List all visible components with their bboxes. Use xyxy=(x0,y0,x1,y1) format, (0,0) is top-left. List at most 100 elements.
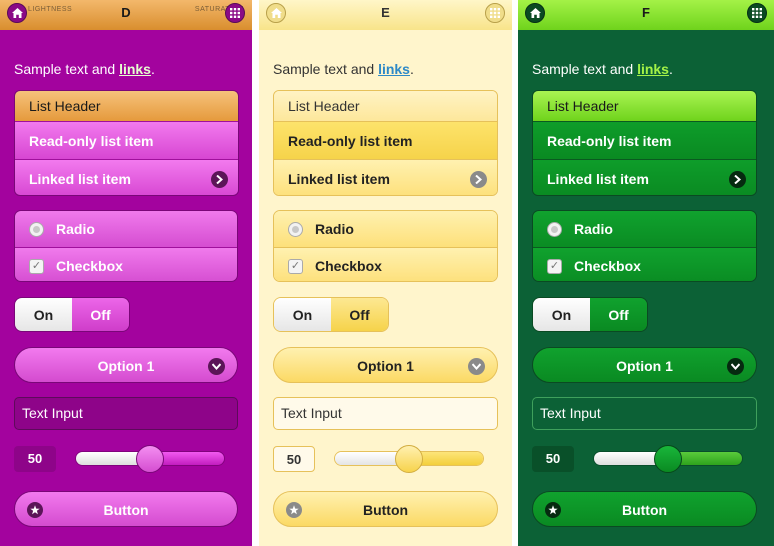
star-icon xyxy=(27,502,43,518)
checkbox-icon[interactable]: ✓ xyxy=(288,259,303,274)
text-input[interactable]: Text Input xyxy=(532,397,757,430)
flip-switch[interactable]: On Off xyxy=(273,297,389,332)
header-bar: F xyxy=(518,0,774,30)
checkbox-label: Checkbox xyxy=(315,258,382,274)
chevron-down-icon xyxy=(208,358,225,375)
home-icon xyxy=(270,8,282,18)
action-button[interactable]: Button xyxy=(14,491,238,527)
theme-panel-f: F Sample text and links. List Header Rea… xyxy=(518,0,774,546)
sample-text-body: Sample text and xyxy=(14,61,120,77)
checkbox-icon[interactable]: ✓ xyxy=(29,259,44,274)
list-header: List Header xyxy=(15,91,238,121)
list-item-readonly: Read-only list item xyxy=(533,121,756,159)
grid-button[interactable] xyxy=(485,3,505,23)
header-bar: E xyxy=(259,0,512,30)
sample-link[interactable]: links xyxy=(378,61,410,77)
checkbox-label: Checkbox xyxy=(56,258,123,274)
checkbox-icon[interactable]: ✓ xyxy=(547,259,562,274)
grid-icon xyxy=(490,8,500,18)
list-item-linked[interactable]: Linked list item xyxy=(533,159,756,195)
header-title: F xyxy=(642,5,650,20)
flip-switch-on[interactable]: On xyxy=(274,298,331,331)
home-icon xyxy=(11,8,23,18)
control-group: Radio ✓ Checkbox xyxy=(273,210,498,282)
list-item-linked-label: Linked list item xyxy=(547,171,649,187)
chevron-down-icon xyxy=(468,358,485,375)
checkbox-option[interactable]: ✓ Checkbox xyxy=(274,247,497,281)
radio-label: Radio xyxy=(315,221,354,237)
select-menu[interactable]: Option 1 xyxy=(14,347,238,383)
select-menu[interactable]: Option 1 xyxy=(273,347,498,383)
list-item-linked[interactable]: Linked list item xyxy=(15,159,238,195)
chevron-right-icon xyxy=(211,171,228,188)
star-icon xyxy=(545,502,561,518)
select-value: Option 1 xyxy=(616,358,673,374)
list-view: List Header Read-only list item Linked l… xyxy=(14,90,239,196)
flip-switch-off[interactable]: Off xyxy=(72,298,129,331)
slider-value-input[interactable]: 50 xyxy=(14,446,56,472)
sample-text-end: . xyxy=(668,61,673,77)
list-item-readonly-label: Read-only list item xyxy=(288,133,413,149)
header-bar: LIGHTNESS SATURATION D xyxy=(0,0,252,30)
select-value: Option 1 xyxy=(357,358,414,374)
list-view: List Header Read-only list item Linked l… xyxy=(273,90,498,196)
chevron-down-icon xyxy=(727,358,744,375)
list-item-readonly-label: Read-only list item xyxy=(547,133,672,149)
list-item-linked[interactable]: Linked list item xyxy=(274,159,497,195)
button-label: Button xyxy=(103,502,149,518)
grid-icon xyxy=(752,8,762,18)
radio-icon[interactable] xyxy=(288,222,303,237)
sample-text-end: . xyxy=(150,61,155,77)
list-view: List Header Read-only list item Linked l… xyxy=(532,90,757,196)
control-group: Radio ✓ Checkbox xyxy=(532,210,757,282)
text-input[interactable]: Text Input xyxy=(273,397,498,430)
header-left-caption: LIGHTNESS xyxy=(28,6,73,13)
grid-button[interactable] xyxy=(747,3,767,23)
home-button[interactable] xyxy=(266,3,286,23)
list-item-readonly-label: Read-only list item xyxy=(29,133,154,149)
sample-link[interactable]: links xyxy=(637,61,669,77)
flip-switch-off[interactable]: Off xyxy=(590,298,647,331)
text-input[interactable]: Text Input xyxy=(14,397,238,430)
sample-text-end: . xyxy=(409,61,414,77)
home-button[interactable] xyxy=(525,3,545,23)
slider-handle[interactable] xyxy=(395,445,423,473)
slider-value-input[interactable]: 50 xyxy=(273,446,315,472)
home-icon xyxy=(529,8,541,18)
list-header: List Header xyxy=(274,91,497,121)
slider-handle[interactable] xyxy=(654,445,682,473)
grid-icon xyxy=(230,8,240,18)
checkbox-option[interactable]: ✓ Checkbox xyxy=(15,247,237,281)
slider-value-input[interactable]: 50 xyxy=(532,446,574,472)
grid-button[interactable] xyxy=(225,3,245,23)
sample-text: Sample text and links. xyxy=(532,61,673,77)
radio-option[interactable]: Radio xyxy=(15,211,237,247)
select-menu[interactable]: Option 1 xyxy=(532,347,757,383)
sample-text-body: Sample text and xyxy=(273,61,379,77)
flip-switch-off[interactable]: Off xyxy=(331,298,388,331)
sample-text-body: Sample text and xyxy=(532,61,638,77)
button-label: Button xyxy=(362,502,409,518)
select-value: Option 1 xyxy=(97,358,155,374)
radio-label: Radio xyxy=(574,221,613,237)
radio-icon[interactable] xyxy=(547,222,562,237)
flip-switch[interactable]: On Off xyxy=(532,297,648,332)
slider-handle[interactable] xyxy=(136,445,164,473)
header-title: E xyxy=(381,5,390,20)
flip-switch-on[interactable]: On xyxy=(15,298,72,331)
theme-panel-e: E Sample text and links. List Header Rea… xyxy=(259,0,512,546)
radio-option[interactable]: Radio xyxy=(533,211,756,247)
list-item-linked-label: Linked list item xyxy=(288,171,390,187)
flip-switch-on[interactable]: On xyxy=(533,298,590,331)
checkbox-option[interactable]: ✓ Checkbox xyxy=(533,247,756,281)
sample-link[interactable]: links xyxy=(119,61,151,77)
action-button[interactable]: Button xyxy=(532,491,757,527)
home-button[interactable] xyxy=(7,3,27,23)
theme-panel-d: LIGHTNESS SATURATION D Sample text and l… xyxy=(0,0,252,546)
action-button[interactable]: Button xyxy=(273,491,498,527)
sample-text: Sample text and links. xyxy=(273,61,414,77)
radio-option[interactable]: Radio xyxy=(274,211,497,247)
flip-switch[interactable]: On Off xyxy=(14,297,130,332)
star-icon xyxy=(286,502,302,518)
radio-icon[interactable] xyxy=(29,222,44,237)
